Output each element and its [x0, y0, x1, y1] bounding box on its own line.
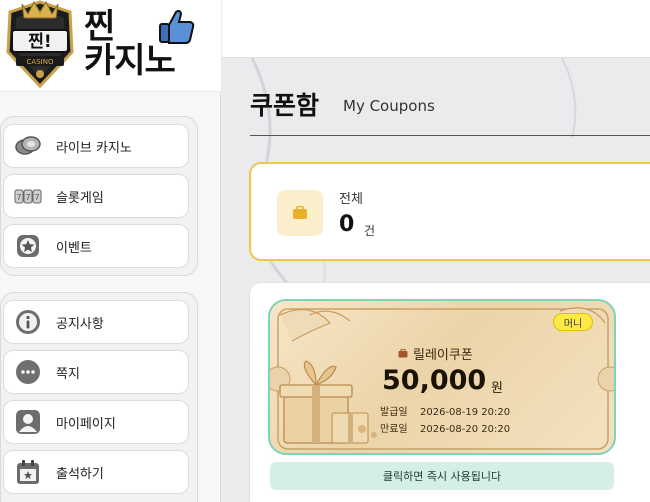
- sidebar-item-slot-games[interactable]: 777 슬롯게임: [3, 174, 189, 218]
- coupon-issued-row: 발급일 2026-08-19 20:20: [380, 403, 510, 418]
- top-bar: [222, 0, 650, 58]
- logo[interactable]: 찐! CASINO 찐 카지노: [0, 0, 221, 92]
- summary-unit: 건: [364, 224, 376, 238]
- issued-value: 2026-08-19 20:20: [420, 407, 511, 418]
- chips-icon: [14, 132, 42, 160]
- briefcase-icon: [398, 349, 408, 358]
- sidebar-item-events[interactable]: 이벤트: [3, 224, 189, 268]
- page-subtitle: My Coupons: [343, 97, 435, 115]
- brand-line2: 카지노: [84, 41, 176, 81]
- summary-label: 전체: [339, 192, 363, 207]
- sidebar-item-label: 쪽지: [56, 366, 80, 382]
- use-coupon-button[interactable]: 클릭하면 즉시 사용됩니다: [270, 462, 614, 490]
- sidebar-item-attendance[interactable]: 출석하기: [3, 450, 189, 494]
- sidebar-item-label: 이벤트: [56, 240, 92, 256]
- sidebar: 찐! CASINO 찐 카지노 라이브 카지노 777 슬롯게임 이벤트 공지사…: [0, 0, 221, 502]
- badge-bottom-text: CASINO: [27, 58, 54, 66]
- svg-text:7: 7: [16, 193, 21, 202]
- coupon-expiry-row: 만료일 2026-08-20 20:20: [380, 420, 510, 435]
- coupon-type-label: 릴레이쿠폰: [413, 348, 473, 363]
- summary-count: 0: [339, 212, 355, 237]
- calendar-icon: [14, 458, 42, 486]
- coupon-amount: 50,000: [382, 365, 487, 396]
- expires-label: 만료일: [380, 424, 408, 435]
- svg-text:7: 7: [34, 193, 39, 202]
- svg-text:7: 7: [25, 193, 30, 202]
- sidebar-item-notice[interactable]: 공지사항: [3, 300, 189, 344]
- badge-top-text: 찐!: [28, 32, 51, 52]
- sidebar-item-live-casino[interactable]: 라이브 카지노: [3, 124, 189, 168]
- briefcase-icon: [277, 190, 323, 236]
- sidebar-item-label: 공지사항: [56, 316, 104, 332]
- page-title: 쿠폰함: [250, 91, 320, 120]
- slot-reels-icon: 777: [14, 182, 42, 210]
- thumbs-up-icon: [159, 9, 195, 44]
- nav-group-account: 공지사항 쪽지 마이페이지 출석하기: [0, 292, 198, 502]
- sidebar-item-label: 출석하기: [56, 466, 104, 482]
- info-icon: [14, 308, 42, 336]
- user-icon: [14, 408, 42, 436]
- title-divider: [250, 135, 650, 136]
- coupon-summary-card: 전체 0 건: [249, 162, 650, 261]
- chat-bubble-icon: [14, 358, 42, 386]
- sidebar-item-label: 라이브 카지노: [56, 140, 132, 156]
- expires-value: 2026-08-20 20:20: [420, 424, 511, 435]
- star-badge-icon: [14, 232, 42, 260]
- coupon-type: 릴레이쿠폰: [398, 344, 473, 363]
- sidebar-item-mypage[interactable]: 마이페이지: [3, 400, 189, 444]
- issued-label: 발급일: [380, 407, 408, 418]
- sidebar-item-label: 슬롯게임: [56, 190, 104, 206]
- sidebar-item-messages[interactable]: 쪽지: [3, 350, 189, 394]
- coupon-currency: 원: [491, 381, 503, 396]
- sidebar-item-label: 마이페이지: [56, 416, 116, 432]
- nav-group-games: 라이브 카지노 777 슬롯게임 이벤트: [0, 116, 198, 276]
- coupon-type-badge: 머니: [553, 313, 593, 331]
- casino-badge-logo: 찐! CASINO: [6, 0, 74, 89]
